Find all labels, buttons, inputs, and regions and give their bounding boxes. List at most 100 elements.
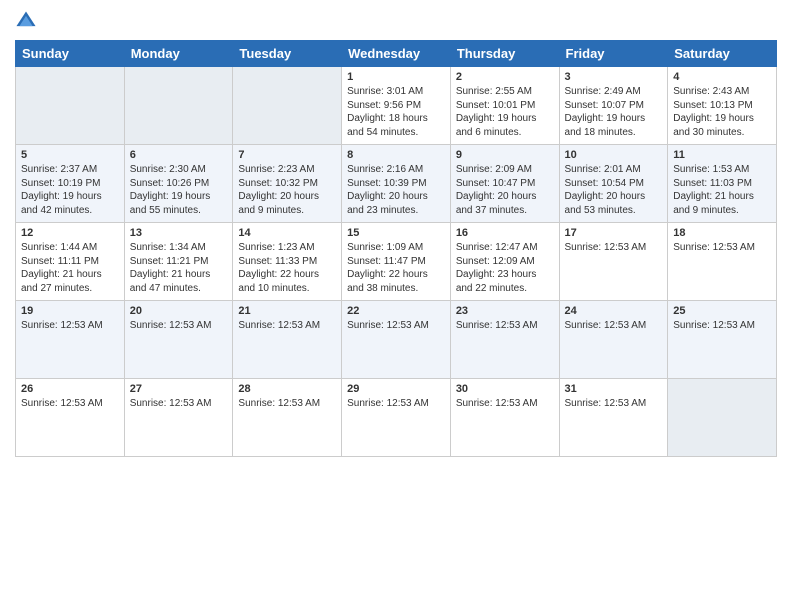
day-info: Sunrise: 12:53 AM [238, 397, 336, 411]
day-info: Sunrise: 12:53 AM [456, 397, 554, 411]
day-info: Sunrise: 12:53 AM [21, 319, 119, 333]
day-info: Sunrise: 2:30 AM Sunset: 10:26 PM Daylig… [130, 163, 228, 217]
day-number: 29 [347, 383, 445, 395]
day-number: 5 [21, 149, 119, 161]
day-number: 8 [347, 149, 445, 161]
calendar-cell: 28 Sunrise: 12:53 AM [233, 379, 342, 457]
calendar-cell: 16 Sunrise: 12:47 AM Sunset: 12:09 AM Day… [450, 223, 559, 301]
day-number: 7 [238, 149, 336, 161]
calendar-cell: 25 Sunrise: 12:53 AM [668, 301, 777, 379]
day-number: 22 [347, 305, 445, 317]
day-number: 31 [565, 383, 663, 395]
calendar-cell: 22Sunrise: 12:53 AM [342, 301, 451, 379]
day-info: Sunrise: 12:53 AM [347, 397, 445, 411]
col-wednesday: Wednesday [342, 41, 451, 67]
day-number: 23 [456, 305, 554, 317]
calendar-cell: 9Sunrise: 2:09 AM Sunset: 10:47 PM Dayli… [450, 145, 559, 223]
calendar-cell: 29 Sunrise: 12:53 AM [342, 379, 451, 457]
calendar-cell: 14 Sunrise: 1:23 AM Sunset: 11:33 PM Dayl… [233, 223, 342, 301]
day-number: 6 [130, 149, 228, 161]
day-info: Sunrise: 2:43 AM Sunset: 10:13 PM Daylig… [673, 85, 771, 139]
day-number: 27 [130, 383, 228, 395]
day-info: Sunrise: 3:01 AM Sunset: 9:56 PM Dayligh… [347, 85, 445, 139]
calendar-cell: 8 Sunrise: 2:16 AM Sunset: 10:39 PM Dayli… [342, 145, 451, 223]
day-info: Sunrise: 12:53 AM [238, 319, 336, 333]
calendar-cell [233, 67, 342, 145]
day-number: 9 [456, 149, 554, 161]
week-row-2: 5 Sunrise: 2:37 AM Sunset: 10:19 PM Dayli… [16, 145, 777, 223]
day-info: Sunrise: 12:53 AM [673, 241, 771, 255]
day-number: 14 [238, 227, 336, 239]
col-sunday: Sunday [16, 41, 125, 67]
calendar-cell: 1 Sunrise: 3:01 AM Sunset: 9:56 PM Daylig… [342, 67, 451, 145]
day-info: Sunrise: 1:53 AM Sunset: 11:03 PM Daylig… [673, 163, 771, 217]
day-info: Sunrise: 12:53 AM [565, 319, 663, 333]
day-info: Sunrise: 12:53 AM [673, 319, 771, 333]
day-info: Sunrise: 12:53 AM [130, 397, 228, 411]
logo-icon [15, 10, 37, 32]
col-saturday: Saturday [668, 41, 777, 67]
header [15, 10, 777, 32]
calendar-cell: 10 Sunrise: 2:01 AM Sunset: 10:54 PM Dayl… [559, 145, 668, 223]
day-info: Sunrise: 1:09 AM Sunset: 11:47 PM Daylig… [347, 241, 445, 295]
calendar-table: Sunday Monday Tuesday Wednesday Thursday… [15, 40, 777, 457]
col-tuesday: Tuesday [233, 41, 342, 67]
day-info: Sunrise: 2:55 AM Sunset: 10:01 PM Daylig… [456, 85, 554, 139]
page: Sunday Monday Tuesday Wednesday Thursday… [0, 0, 792, 612]
day-number: 25 [673, 305, 771, 317]
day-info: Sunrise: 1:34 AM Sunset: 11:21 PM Daylig… [130, 241, 228, 295]
day-number: 2 [456, 71, 554, 83]
day-info: Sunrise: 12:53 AM [565, 397, 663, 411]
day-info: Sunrise: 2:49 AM Sunset: 10:07 PM Daylig… [565, 85, 663, 139]
day-info: Sunrise: 2:01 AM Sunset: 10:54 PM Daylig… [565, 163, 663, 217]
calendar-cell: 26 Sunrise: 12:53 AM [16, 379, 125, 457]
day-number: 19 [21, 305, 119, 317]
day-info: Sunrise: 2:16 AM Sunset: 10:39 PM Daylig… [347, 163, 445, 217]
calendar-cell: 3 Sunrise: 2:49 AM Sunset: 10:07 PM Dayli… [559, 67, 668, 145]
day-info: Sunrise: 2:23 AM Sunset: 10:32 PM Daylig… [238, 163, 336, 217]
day-number: 28 [238, 383, 336, 395]
day-number: 13 [130, 227, 228, 239]
day-number: 3 [565, 71, 663, 83]
day-info: Sunrise: 1:23 AM Sunset: 11:33 PM Daylig… [238, 241, 336, 295]
calendar-cell [668, 379, 777, 457]
week-row-4: 19Sunrise: 12:53 AM20Sunrise: 12:53 AM21… [16, 301, 777, 379]
day-number: 24 [565, 305, 663, 317]
week-row-3: 12Sunrise: 1:44 AM Sunset: 11:11 PM Dayl… [16, 223, 777, 301]
day-number: 18 [673, 227, 771, 239]
day-number: 15 [347, 227, 445, 239]
day-number: 10 [565, 149, 663, 161]
calendar-cell: 11 Sunrise: 1:53 AM Sunset: 11:03 PM Dayl… [668, 145, 777, 223]
calendar-cell: 6 Sunrise: 2:30 AM Sunset: 10:26 PM Dayli… [124, 145, 233, 223]
calendar-cell [124, 67, 233, 145]
calendar-cell: 27 Sunrise: 12:53 AM [124, 379, 233, 457]
day-info: Sunrise: 2:37 AM Sunset: 10:19 PM Daylig… [21, 163, 119, 217]
logo [15, 10, 41, 32]
day-info: Sunrise: 12:53 AM [21, 397, 119, 411]
calendar-cell: 4Sunrise: 2:43 AM Sunset: 10:13 PM Dayli… [668, 67, 777, 145]
calendar-cell: 18 Sunrise: 12:53 AM [668, 223, 777, 301]
calendar-cell: 21 Sunrise: 12:53 AM [233, 301, 342, 379]
calendar-cell: 24 Sunrise: 12:53 AM [559, 301, 668, 379]
col-thursday: Thursday [450, 41, 559, 67]
calendar-cell: 23Sunrise: 12:53 AM [450, 301, 559, 379]
calendar-cell: 12Sunrise: 1:44 AM Sunset: 11:11 PM Dayl… [16, 223, 125, 301]
calendar-cell: 15 Sunrise: 1:09 AM Sunset: 11:47 PM Dayl… [342, 223, 451, 301]
day-number: 11 [673, 149, 771, 161]
calendar-cell: 7 Sunrise: 2:23 AM Sunset: 10:32 PM Dayli… [233, 145, 342, 223]
calendar-cell: 17 Sunrise: 12:53 AM [559, 223, 668, 301]
calendar-cell: 5 Sunrise: 2:37 AM Sunset: 10:19 PM Dayli… [16, 145, 125, 223]
day-info: Sunrise: 12:47 AM Sunset: 12:09 AM Dayli… [456, 241, 554, 295]
header-row: Sunday Monday Tuesday Wednesday Thursday… [16, 41, 777, 67]
day-number: 21 [238, 305, 336, 317]
day-number: 16 [456, 227, 554, 239]
day-number: 26 [21, 383, 119, 395]
calendar-cell: 31 Sunrise: 12:53 AM [559, 379, 668, 457]
day-number: 17 [565, 227, 663, 239]
day-info: Sunrise: 12:53 AM [565, 241, 663, 255]
week-row-1: 1 Sunrise: 3:01 AM Sunset: 9:56 PM Daylig… [16, 67, 777, 145]
day-number: 1 [347, 71, 445, 83]
week-row-5: 26Sunrise: 12:53 AM27Sunrise: 12:53 AM28… [16, 379, 777, 457]
day-number: 20 [130, 305, 228, 317]
day-number: 30 [456, 383, 554, 395]
